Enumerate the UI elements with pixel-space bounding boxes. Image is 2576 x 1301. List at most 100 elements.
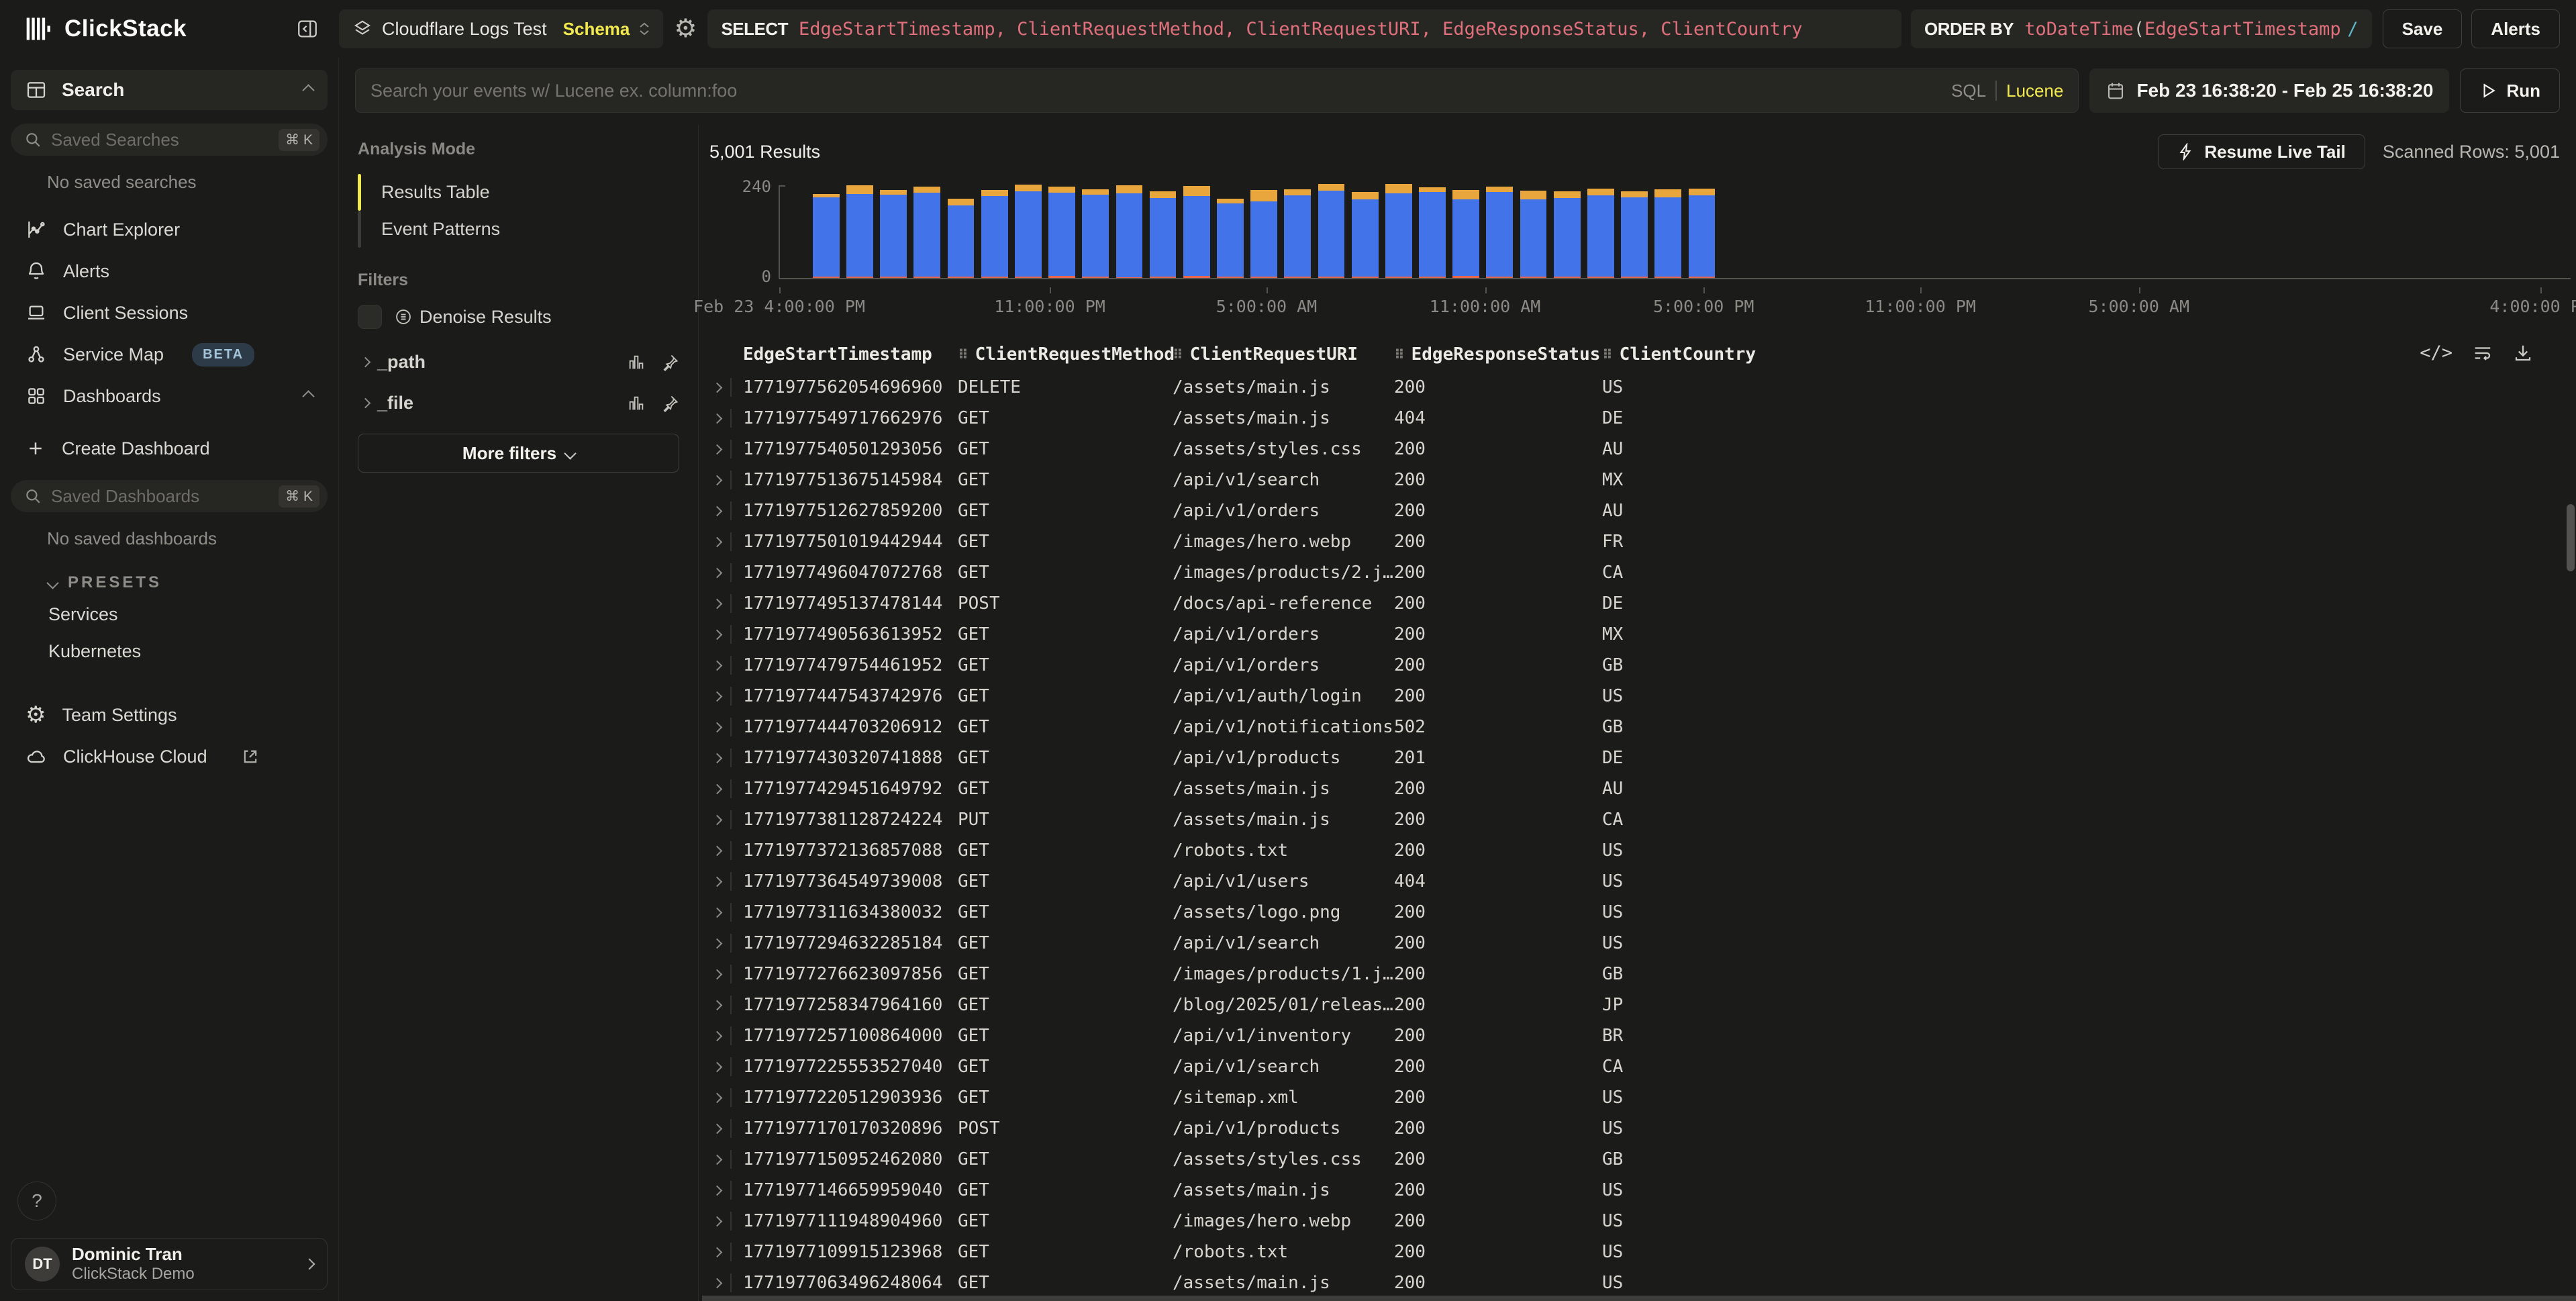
row-expand-chevron-icon[interactable]: [712, 1123, 723, 1134]
sidebar-item-dashboards[interactable]: Dashboards: [0, 375, 338, 417]
col-header-uri[interactable]: ⠿ClientRequestURI: [1173, 344, 1394, 365]
table-row[interactable]: 1771977562054696960DELETE/assets/main.js…: [709, 372, 2576, 403]
row-expand-chevron-icon[interactable]: [712, 969, 723, 979]
preset-item-kubernetes[interactable]: Kubernetes: [0, 633, 338, 670]
create-dashboard-button[interactable]: Create Dashboard: [0, 428, 338, 469]
histogram-bar[interactable]: [813, 194, 840, 278]
code-view-icon[interactable]: </>: [2420, 342, 2453, 363]
sidebar-item-service-map[interactable]: Service Map BETA: [0, 334, 338, 375]
row-expand-chevron-icon[interactable]: [712, 567, 723, 578]
source-selector[interactable]: Cloudflare Logs Test Schema: [339, 9, 663, 48]
row-expand-chevron-icon[interactable]: [712, 722, 723, 732]
run-button[interactable]: Run: [2460, 68, 2560, 113]
lucene-toggle[interactable]: Lucene: [2006, 81, 2063, 101]
table-row[interactable]: 1771977311634380032GET/assets/logo.png20…: [709, 897, 2576, 928]
user-menu[interactable]: DT Dominic Tran ClickStack Demo: [11, 1238, 328, 1290]
help-button[interactable]: ?: [17, 1182, 56, 1220]
table-row[interactable]: 1771977549717662976GET/assets/main.js404…: [709, 403, 2576, 434]
table-row[interactable]: 1771977447543742976GET/api/v1/auth/login…: [709, 681, 2576, 712]
table-row[interactable]: 1771977150952462080GET/assets/styles.css…: [709, 1144, 2576, 1175]
histogram-bar[interactable]: [1284, 189, 1311, 278]
histogram-bar[interactable]: [913, 187, 940, 278]
pin-icon[interactable]: [660, 353, 679, 372]
row-expand-chevron-icon[interactable]: [712, 444, 723, 454]
histogram-bar[interactable]: [846, 185, 873, 278]
sidebar-item-search[interactable]: Search: [11, 70, 328, 110]
table-row[interactable]: 1771977063496248064GET/assets/main.js200…: [709, 1267, 2576, 1298]
table-row[interactable]: 1771977501019442944GET/images/hero.webp2…: [709, 526, 2576, 557]
saved-dashboards-input[interactable]: Saved Dashboards ⌘ K: [11, 480, 328, 512]
histogram-bar[interactable]: [981, 190, 1008, 278]
histogram-bar[interactable]: [1183, 186, 1210, 278]
sidebar-item-alerts[interactable]: Alerts: [0, 250, 338, 292]
table-row[interactable]: 1771977170170320896POST/api/v1/products2…: [709, 1113, 2576, 1144]
table-row[interactable]: 1771977429451649792GET/assets/main.js200…: [709, 773, 2576, 804]
histogram-bar[interactable]: [1587, 189, 1614, 278]
sql-toggle[interactable]: SQL: [1951, 81, 1986, 101]
histogram-bar[interactable]: [1116, 185, 1143, 278]
select-clause[interactable]: SELECT EdgeStartTimestamp, ClientRequest…: [707, 9, 1901, 48]
histogram-bar[interactable]: [1015, 185, 1042, 278]
histogram-bar[interactable]: [1689, 189, 1716, 278]
histogram-bar[interactable]: [1486, 187, 1513, 278]
row-expand-chevron-icon[interactable]: [712, 1092, 723, 1103]
table-row[interactable]: 1771977479754461952GET/api/v1/orders200G…: [709, 650, 2576, 681]
table-row[interactable]: 1771977294632285184GET/api/v1/search200U…: [709, 928, 2576, 959]
histogram-bar[interactable]: [1318, 184, 1345, 278]
table-row[interactable]: 1771977276623097856GET/images/products/1…: [709, 959, 2576, 990]
drag-handle-icon[interactable]: ⠿: [1602, 346, 1613, 363]
histogram-bar[interactable]: [1385, 184, 1412, 278]
table-row[interactable]: 1771977257100864000GET/api/v1/inventory2…: [709, 1020, 2576, 1051]
search-input[interactable]: Search your events w/ Lucene ex. column:…: [355, 68, 2079, 113]
row-expand-chevron-icon[interactable]: [712, 783, 723, 794]
histogram-bar[interactable]: [1250, 190, 1277, 278]
sidebar-item-client-sessions[interactable]: Client Sessions: [0, 292, 338, 334]
row-expand-chevron-icon[interactable]: [712, 938, 723, 949]
sidebar-collapse-icon[interactable]: [296, 17, 319, 40]
col-header-timestamp[interactable]: EdgeStartTimestamp: [743, 344, 958, 365]
row-expand-chevron-icon[interactable]: [712, 845, 723, 856]
table-row[interactable]: 1771977490563613952GET/api/v1/orders200M…: [709, 619, 2576, 650]
sidebar-item-clickhouse-cloud[interactable]: ClickHouse Cloud: [0, 736, 338, 777]
row-expand-chevron-icon[interactable]: [712, 382, 723, 393]
col-header-method[interactable]: ⠿ClientRequestMethod: [958, 344, 1173, 365]
histogram-bar[interactable]: [1419, 187, 1446, 278]
histogram-bar[interactable]: [1352, 192, 1379, 278]
denoise-checkbox[interactable]: [358, 305, 382, 329]
save-button[interactable]: Save: [2383, 9, 2463, 48]
resume-live-tail-button[interactable]: Resume Live Tail: [2158, 134, 2365, 169]
row-expand-chevron-icon[interactable]: [712, 1154, 723, 1165]
histogram-bar[interactable]: [1621, 191, 1648, 278]
col-header-status[interactable]: ⠿EdgeResponseStatus: [1394, 344, 1602, 365]
table-row[interactable]: 1771977220512903936GET/sitemap.xml200US: [709, 1082, 2576, 1113]
date-range-picker[interactable]: Feb 23 16:38:20 - Feb 25 16:38:20: [2089, 68, 2449, 113]
wrap-text-icon[interactable]: [2473, 343, 2493, 363]
table-row[interactable]: 1771977146659959040GET/assets/main.js200…: [709, 1175, 2576, 1206]
table-row[interactable]: 1771977512627859200GET/api/v1/orders200A…: [709, 495, 2576, 526]
histogram-bar[interactable]: [1554, 191, 1581, 278]
filter-field-path[interactable]: _path: [358, 352, 679, 373]
row-expand-chevron-icon[interactable]: [712, 691, 723, 702]
row-expand-chevron-icon[interactable]: [712, 629, 723, 640]
more-filters-button[interactable]: More filters: [358, 434, 679, 473]
row-expand-chevron-icon[interactable]: [712, 907, 723, 918]
presets-toggle[interactable]: PRESETS: [48, 573, 338, 592]
download-icon[interactable]: [2513, 343, 2533, 363]
histogram-bar[interactable]: [880, 190, 907, 278]
histogram-bar[interactable]: [1150, 191, 1177, 278]
row-expand-chevron-icon[interactable]: [712, 814, 723, 825]
row-expand-chevron-icon[interactable]: [712, 753, 723, 763]
horizontal-scrollbar[interactable]: [702, 1296, 2576, 1301]
saved-searches-input[interactable]: Saved Searches ⌘ K: [11, 124, 328, 156]
mode-results-table[interactable]: Results Table: [358, 174, 679, 211]
row-expand-chevron-icon[interactable]: [712, 1061, 723, 1072]
table-row[interactable]: 1771977444703206912GET/api/v1/notificati…: [709, 712, 2576, 742]
drag-handle-icon[interactable]: ⠿: [1394, 346, 1405, 363]
row-expand-chevron-icon[interactable]: [712, 1216, 723, 1226]
pin-icon[interactable]: [660, 394, 679, 413]
table-row[interactable]: 1771977372136857088GET/robots.txt200US: [709, 835, 2576, 866]
preset-item-services[interactable]: Services: [0, 596, 338, 633]
row-expand-chevron-icon[interactable]: [712, 413, 723, 424]
table-row[interactable]: 1771977258347964160GET/blog/2025/01/rele…: [709, 990, 2576, 1020]
sidebar-item-team-settings[interactable]: ⚙ Team Settings: [0, 694, 338, 736]
